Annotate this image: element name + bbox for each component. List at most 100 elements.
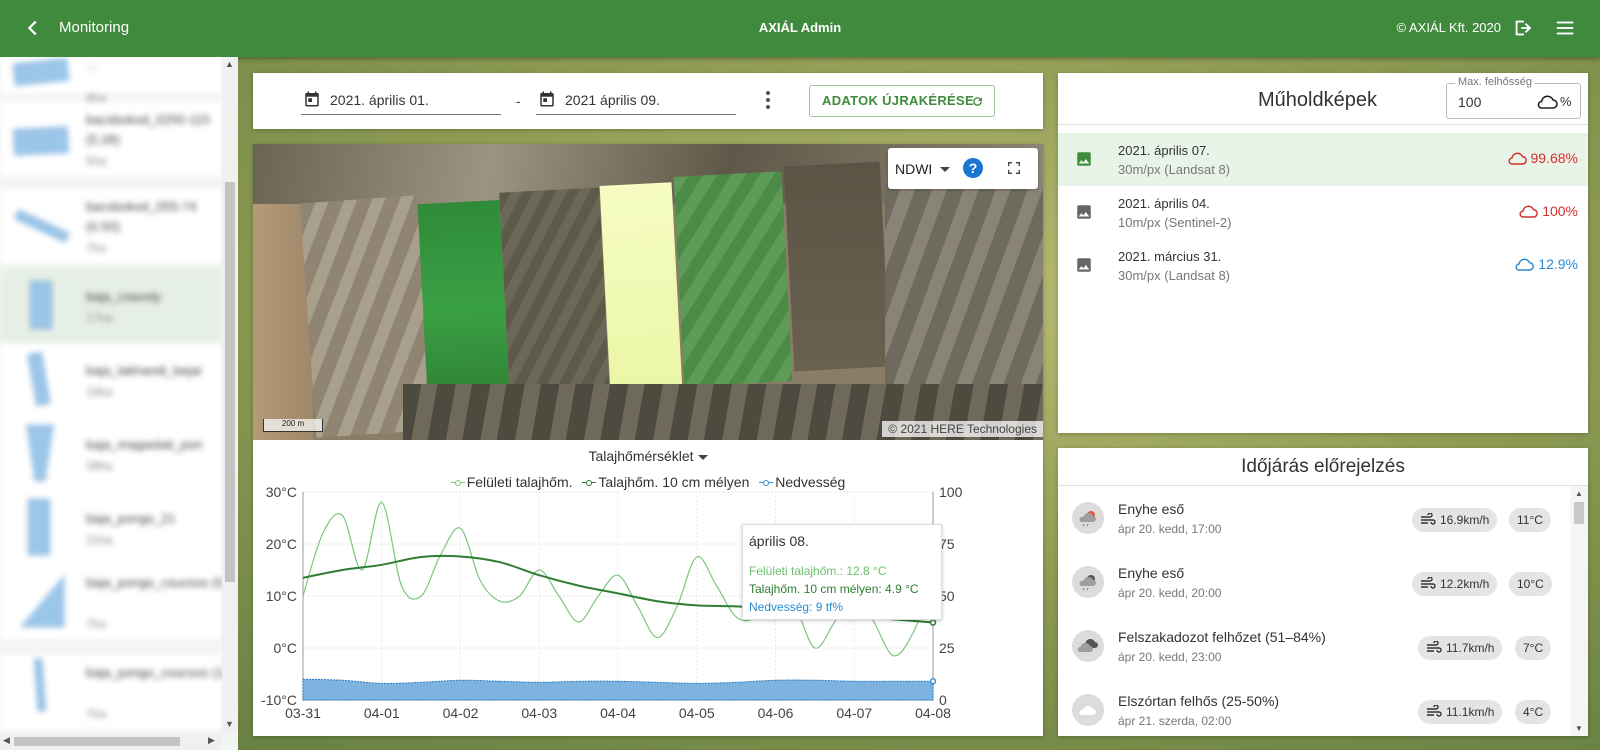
map-chart-card: 200 m © 2021 HERE Technologies NDWI ? Ta… bbox=[253, 144, 1043, 736]
list-item[interactable]: ... 8ha bbox=[0, 57, 222, 105]
layer-select[interactable]: NDWI bbox=[895, 161, 932, 177]
logout-icon[interactable] bbox=[1512, 17, 1534, 39]
y-left-tick-label: 30°C bbox=[266, 484, 297, 500]
help-icon[interactable]: ? bbox=[963, 158, 983, 178]
max-cloud-label: Max. felhősség bbox=[1455, 76, 1535, 88]
field-shape-thumbnail bbox=[13, 126, 69, 156]
map-terrain bbox=[783, 161, 891, 372]
x-tick-label: 04-03 bbox=[521, 705, 557, 721]
list-item[interactable]: baja_csavoly 17ha bbox=[0, 269, 222, 343]
image-date: 2021. április 04. bbox=[1118, 196, 1210, 211]
sidebar-horizontal-scrollbar[interactable]: ◀ ▶ bbox=[0, 733, 222, 750]
app-name: AXIÁL Admin bbox=[758, 20, 842, 35]
y-left-tick-label: 20°C bbox=[266, 536, 297, 552]
field-name: baja_magaslati_pon bbox=[86, 437, 203, 452]
hamburger-menu-icon[interactable] bbox=[1554, 17, 1576, 39]
field-shape-thumbnail bbox=[28, 499, 50, 555]
scroll-up-arrow-icon[interactable]: ▲ bbox=[225, 59, 234, 69]
list-item[interactable]: baja_pongo_csucsos (1.31) 7ha bbox=[0, 655, 238, 729]
x-tick-label: 04-02 bbox=[443, 705, 479, 721]
start-date-field[interactable]: 2021. április 01. bbox=[301, 87, 501, 115]
list-item[interactable]: bacsbokod_055-74 (0.50) 7ha bbox=[0, 189, 222, 263]
field-name: baja_lakhandi_bejar bbox=[86, 363, 203, 378]
weather-description: Enyhe eső bbox=[1118, 565, 1185, 581]
end-date-field[interactable]: 2021 április 09. bbox=[536, 87, 736, 115]
image-date: 2021. április 07. bbox=[1118, 143, 1210, 158]
tooltip-surface-temp: Felületi talajhőm.: 12.8 °C bbox=[749, 564, 887, 578]
satellite-image-row[interactable]: 2021. április 04. 10m/px (Sentinel-2) 10… bbox=[1058, 186, 1588, 239]
scrollbar-thumb[interactable] bbox=[225, 182, 235, 582]
y-left-tick-label: 10°C bbox=[266, 588, 297, 604]
refresh-data-button[interactable]: ADATOK ÚJRAKÉRÉSE bbox=[809, 85, 995, 117]
field-area: 19ha bbox=[86, 385, 113, 399]
list-item[interactable]: bacsbokod_0250-115 (5.28) 5ha bbox=[0, 102, 222, 176]
fullscreen-icon[interactable] bbox=[1006, 160, 1022, 176]
wind-speed-chip: 12.2km/h bbox=[1412, 572, 1498, 596]
weather-panel-title: Időjárás előrejelzés bbox=[1241, 456, 1405, 477]
end-date-value: 2021 április 09. bbox=[565, 92, 660, 108]
image-icon bbox=[1077, 205, 1091, 219]
weather-row[interactable]: Enyhe eső ápr 20. kedd, 20:00 12.2km/h 1… bbox=[1058, 556, 1570, 620]
x-tick-label: 04-04 bbox=[600, 705, 636, 721]
field-list-sidebar: ... 8ha bacsbokod_0250-115 (5.28) 5ha ba… bbox=[0, 57, 238, 750]
x-tick-label: 04-08 bbox=[915, 705, 951, 721]
scroll-left-arrow-icon[interactable]: ◀ bbox=[3, 735, 10, 746]
sidebar-vertical-scrollbar[interactable]: ▲ ▼ bbox=[222, 57, 238, 733]
copyright-text: © AXIÁL Kft. 2020 bbox=[1396, 20, 1502, 35]
wind-speed-chip: 11.1km/h bbox=[1418, 700, 1503, 724]
field-area: 21ha bbox=[86, 533, 113, 547]
cloud-icon bbox=[1519, 205, 1539, 218]
weather-row[interactable]: Elszórtan felhős (25-50%) ápr 21. szerda… bbox=[1058, 684, 1570, 736]
weather-row[interactable]: Enyhe eső ápr 20. kedd, 17:00 16.9km/h 1… bbox=[1058, 492, 1570, 556]
field-shape-thumbnail bbox=[20, 575, 64, 627]
scrollbar-thumb[interactable] bbox=[1574, 502, 1584, 524]
map-field-green bbox=[673, 171, 793, 387]
wind-icon bbox=[1427, 704, 1442, 717]
scrollbar-thumb[interactable] bbox=[14, 737, 180, 746]
y-left-tick-label: 0°C bbox=[274, 640, 298, 656]
temperature-chip: 11°C bbox=[1509, 508, 1551, 532]
image-icon bbox=[1077, 258, 1091, 272]
weather-time: ápr 20. kedd, 23:00 bbox=[1118, 650, 1222, 664]
satellite-image-row[interactable]: 2021. március 31. 30m/px (Landsat 8) 12.… bbox=[1058, 239, 1588, 292]
list-item[interactable]: baja_magaslati_pon 39ha bbox=[0, 417, 222, 491]
list-item[interactable]: baja_pongo_csucsos (0.75) 7ha bbox=[0, 565, 238, 639]
weather-row[interactable]: Felszakadozot felhőzet (51–84%) ápr 20. … bbox=[1058, 620, 1570, 684]
field-area: 7ha bbox=[86, 241, 107, 255]
calendar-icon bbox=[540, 91, 554, 107]
scroll-right-arrow-icon[interactable]: ▶ bbox=[208, 735, 215, 746]
field-shape-thumbnail bbox=[14, 209, 70, 243]
scroll-down-arrow-icon[interactable]: ▼ bbox=[225, 719, 234, 729]
tooltip-10cm-temp: Talajhőm. 10 cm mélyen: 4.9 °C bbox=[749, 582, 919, 596]
weather-panel-header: Időjárás előrejelzés bbox=[1058, 448, 1588, 486]
scroll-up-arrow-icon[interactable]: ▲ bbox=[1575, 489, 1583, 498]
chevron-down-icon[interactable] bbox=[940, 167, 950, 172]
weather-scrollbar[interactable]: ▲ ▼ bbox=[1570, 486, 1588, 736]
max-cloud-input[interactable]: Max. felhősség 100 % bbox=[1446, 76, 1581, 119]
image-resolution: 30m/px (Landsat 8) bbox=[1118, 268, 1231, 283]
satellite-map[interactable]: 200 m © 2021 HERE Technologies NDWI ? bbox=[253, 144, 1043, 440]
satellite-image-row[interactable]: 2021. április 07. 30m/px (Landsat 8) 99.… bbox=[1058, 133, 1588, 186]
field-name: ... bbox=[86, 57, 97, 72]
more-vert-icon[interactable] bbox=[766, 91, 770, 109]
rain-icon bbox=[1072, 502, 1104, 534]
temperature-chip: 10°C bbox=[1509, 572, 1552, 596]
list-item[interactable]: baja_pongo_21 21ha bbox=[0, 491, 222, 565]
temperature-chip: 7°C bbox=[1515, 636, 1552, 660]
scattered-clouds-icon bbox=[1072, 694, 1104, 726]
weather-time: ápr 21. szerda, 02:00 bbox=[1118, 714, 1232, 728]
scroll-down-arrow-icon[interactable]: ▼ bbox=[1575, 724, 1583, 733]
wind-speed-chip: 11.7km/h bbox=[1418, 636, 1503, 660]
series-moisture-area bbox=[302, 678, 934, 701]
image-date: 2021. március 31. bbox=[1118, 249, 1222, 264]
satellite-panel-header: Műholdképek Max. felhősség 100 % bbox=[1058, 73, 1588, 125]
field-shape-thumbnail bbox=[12, 58, 70, 86]
weather-forecast-panel: Időjárás előrejelzés Enyhe eső ápr 20. k… bbox=[1058, 448, 1588, 736]
start-date-value: 2021. április 01. bbox=[330, 92, 429, 108]
chevron-left-icon[interactable] bbox=[22, 17, 44, 39]
wind-speed-chip: 16.9km/h bbox=[1412, 508, 1498, 532]
map-terrain bbox=[499, 187, 611, 417]
x-tick-label: 04-01 bbox=[364, 705, 400, 721]
wind-icon bbox=[1421, 512, 1436, 525]
list-item[interactable]: baja_lakhandi_bejar 19ha bbox=[0, 343, 222, 417]
